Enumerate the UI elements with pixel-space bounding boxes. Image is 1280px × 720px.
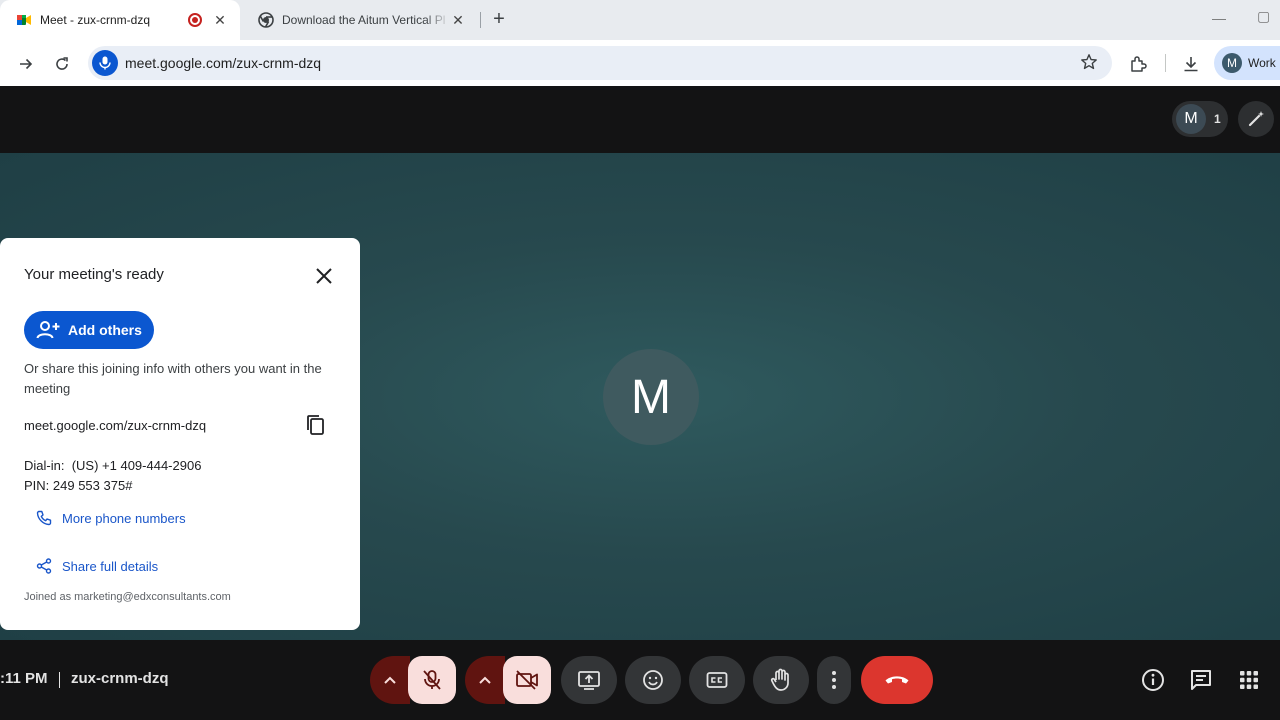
reload-icon[interactable] bbox=[50, 52, 74, 76]
microphone-in-use-icon[interactable] bbox=[92, 50, 118, 76]
tab-meet[interactable]: Meet - zux-crnm-dzq ✕ bbox=[0, 0, 240, 40]
google-meet-favicon-icon bbox=[17, 15, 31, 25]
browser-toolbar: meet.google.com/zux-crnm-dzq M Work bbox=[0, 40, 1280, 86]
add-person-icon bbox=[36, 321, 60, 339]
meeting-ready-dialog: Your meeting's ready Add others Or share… bbox=[0, 238, 360, 630]
participant-avatar: M bbox=[1176, 104, 1206, 134]
audio-options-button[interactable] bbox=[370, 656, 410, 704]
activities-grid-icon[interactable] bbox=[1237, 668, 1261, 692]
chat-icon[interactable] bbox=[1189, 668, 1213, 692]
closed-captions-icon bbox=[706, 672, 728, 688]
microphone-off-icon bbox=[423, 670, 441, 690]
meeting-code: zux-crnm-dzq bbox=[71, 670, 169, 687]
more-phone-numbers-label: More phone numbers bbox=[62, 510, 186, 526]
raise-hand-button[interactable] bbox=[753, 656, 809, 704]
microphone-toggle-button[interactable] bbox=[408, 656, 456, 704]
more-vert-icon bbox=[832, 671, 836, 689]
new-tab-icon[interactable]: + bbox=[488, 8, 510, 30]
microphone-control-group bbox=[370, 656, 456, 704]
dial-in-info: Dial-in: (US) +1 409-444-2906 PIN: 249 5… bbox=[24, 456, 201, 496]
maximize-icon[interactable]: ▢ bbox=[1257, 8, 1270, 25]
dial-in-number: (US) +1 409-444-2906 bbox=[71, 458, 202, 473]
participant-count: 1 bbox=[1214, 112, 1221, 126]
share-instructions: Or share this joining info with others y… bbox=[24, 361, 322, 396]
controls-divider bbox=[59, 672, 60, 688]
captions-button[interactable] bbox=[689, 656, 745, 704]
more-options-button[interactable] bbox=[817, 656, 851, 704]
hand-icon bbox=[770, 668, 789, 691]
call-controls-bar: :11 PM zux-crnm-dzq bbox=[0, 640, 1280, 720]
meet-top-bar: M 1 bbox=[0, 86, 1280, 153]
pin-text: PIN: 249 553 375# bbox=[24, 478, 133, 493]
camera-control-group bbox=[465, 656, 551, 704]
reactions-button[interactable] bbox=[625, 656, 681, 704]
minimize-icon[interactable]: — bbox=[1212, 10, 1226, 26]
profile-avatar: M bbox=[1222, 53, 1242, 73]
address-bar[interactable]: meet.google.com/zux-crnm-dzq bbox=[88, 46, 1112, 80]
meeting-details-icon[interactable] bbox=[1141, 668, 1165, 692]
share-full-details-label: Share full details bbox=[62, 558, 159, 574]
joined-as-text: Joined as marketing@edxconsultants.com bbox=[24, 591, 231, 603]
end-call-icon bbox=[885, 676, 909, 684]
tab-close-icon[interactable]: ✕ bbox=[212, 12, 228, 29]
participants-chip[interactable]: M 1 bbox=[1172, 101, 1228, 137]
toolbar-divider bbox=[1165, 54, 1166, 72]
tab-aitum-download[interactable]: Download the Aitum Vertical Pl ✕ bbox=[242, 0, 478, 40]
more-phone-numbers-link[interactable]: More phone numbers bbox=[36, 510, 186, 526]
browser-tab-bar: Meet - zux-crnm-dzq ✕ Download the Aitum… bbox=[0, 0, 1280, 40]
chrome-favicon-icon bbox=[258, 12, 274, 28]
copy-link-icon[interactable] bbox=[304, 414, 326, 436]
chevron-up-icon bbox=[384, 676, 396, 684]
tab-close-icon[interactable]: ✕ bbox=[450, 12, 466, 29]
add-others-button[interactable]: Add others bbox=[24, 311, 154, 349]
recording-indicator-icon bbox=[188, 13, 202, 27]
visual-effects-button[interactable] bbox=[1238, 101, 1274, 137]
video-options-button[interactable] bbox=[465, 656, 505, 704]
share-icon bbox=[36, 558, 52, 574]
share-full-details-link[interactable]: Share full details bbox=[36, 558, 158, 574]
emoji-icon bbox=[643, 670, 663, 690]
clock-time: :11 PM bbox=[0, 670, 48, 687]
phone-icon bbox=[36, 510, 52, 526]
camera-off-icon bbox=[516, 670, 538, 690]
dial-in-label: Dial-in: bbox=[24, 458, 65, 473]
chevron-up-icon bbox=[479, 676, 491, 684]
self-avatar: M bbox=[603, 349, 699, 445]
forward-icon[interactable] bbox=[14, 52, 38, 76]
magic-wand-icon bbox=[1248, 111, 1264, 127]
close-icon[interactable] bbox=[312, 264, 336, 288]
present-screen-icon bbox=[578, 671, 600, 690]
dialog-title: Your meeting's ready bbox=[24, 266, 164, 283]
profile-label: Work bbox=[1248, 56, 1276, 70]
present-screen-button[interactable] bbox=[561, 656, 617, 704]
url-text: meet.google.com/zux-crnm-dzq bbox=[125, 55, 322, 71]
tab-title: Download the Aitum Vertical Pl bbox=[282, 13, 446, 27]
leave-call-button[interactable] bbox=[861, 656, 933, 704]
camera-toggle-button[interactable] bbox=[503, 656, 551, 704]
meeting-link: meet.google.com/zux-crnm-dzq bbox=[24, 418, 207, 433]
add-others-label: Add others bbox=[68, 322, 142, 338]
bookmark-star-icon[interactable] bbox=[1080, 53, 1098, 76]
downloads-icon[interactable] bbox=[1179, 52, 1203, 76]
extensions-icon[interactable] bbox=[1126, 52, 1150, 76]
tab-divider bbox=[480, 12, 481, 28]
profile-button[interactable]: M Work bbox=[1214, 46, 1280, 80]
tab-title: Meet - zux-crnm-dzq bbox=[40, 13, 151, 27]
